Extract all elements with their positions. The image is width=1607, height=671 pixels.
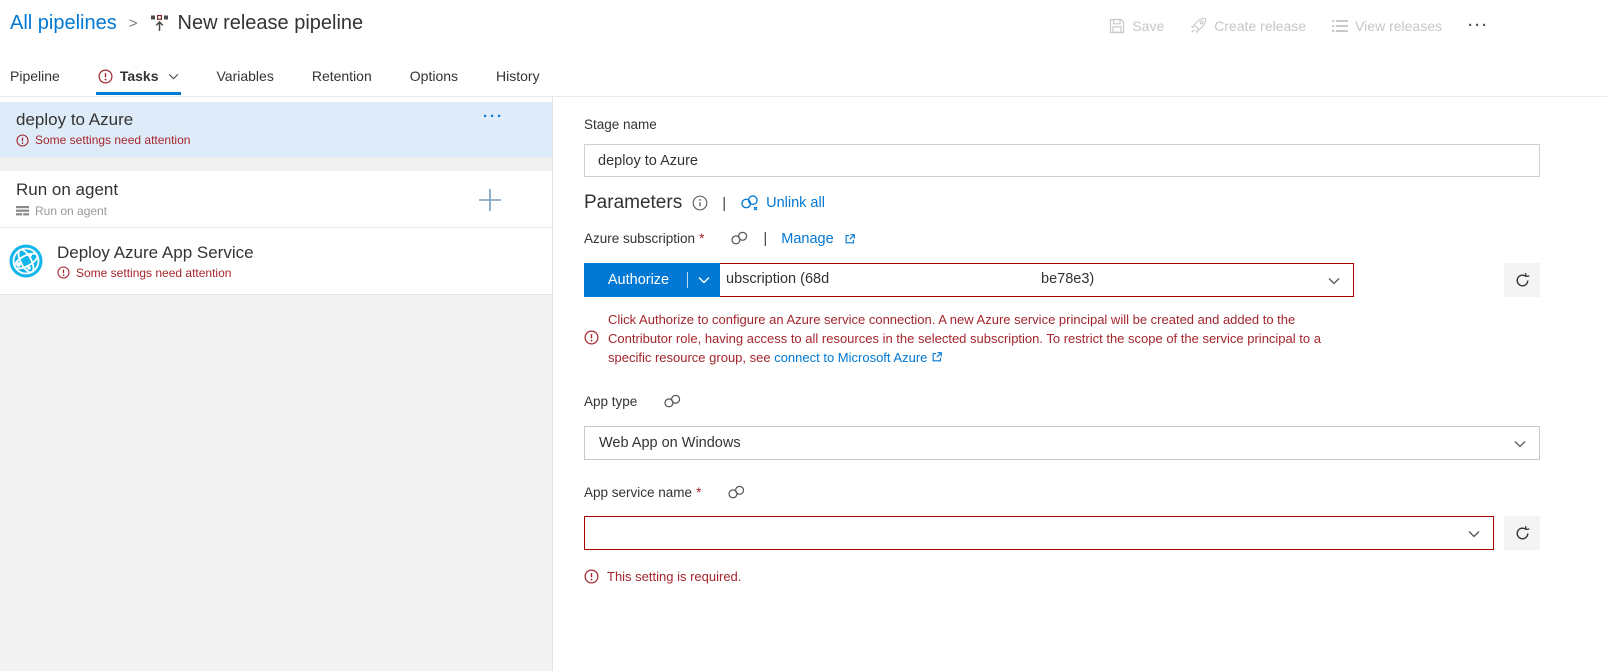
authorize-button[interactable]: Authorize — [584, 263, 720, 297]
command-bar: Save Create release View re — [1109, 17, 1489, 34]
refresh-button[interactable] — [1504, 516, 1540, 550]
stage-name: deploy to Azure — [16, 110, 536, 130]
stage-more-button[interactable]: ··· — [483, 108, 504, 125]
task-details-panel: Stage name Parameters | Unlink all Azure… — [554, 97, 1607, 671]
agent-phase-header[interactable]: Run on agent Run on agent — [0, 171, 552, 228]
top-header: All pipelines > New release pipeline Sav… — [0, 0, 1607, 56]
manage-link[interactable]: Manage — [781, 231, 855, 247]
create-release-button[interactable]: Create release — [1190, 17, 1306, 34]
required-warning: This setting is required. — [584, 569, 741, 584]
authorize-warning-line: Click Authorize to configure an Azure se… — [608, 310, 1321, 329]
chevron-down-icon — [1468, 530, 1480, 538]
panel-divider-strip — [0, 157, 552, 171]
parameters-title: Parameters — [584, 192, 682, 214]
refresh-button[interactable] — [1504, 263, 1540, 297]
subscription-value-fragment: ubscription (68d — [726, 264, 829, 295]
task-item[interactable]: Deploy Azure App Service Some settings n… — [0, 228, 552, 295]
tab-variables[interactable]: Variables — [217, 56, 274, 96]
view-releases-button[interactable]: View releases — [1332, 18, 1442, 34]
breadcrumb-all-pipelines[interactable]: All pipelines — [10, 12, 117, 35]
unlink-icon — [740, 195, 760, 212]
parameters-header: Parameters | Unlink all — [584, 192, 825, 214]
azure-subscription-label-row: Azure subscription * | Manage — [584, 230, 856, 247]
unlink-all-label: Unlink all — [766, 195, 825, 211]
release-pipeline-icon — [150, 14, 169, 33]
tab-history[interactable]: History — [496, 56, 540, 96]
azure-subscription-label: Azure subscription * — [584, 231, 704, 246]
save-label: Save — [1132, 18, 1164, 34]
required-asterisk: * — [699, 231, 704, 246]
breadcrumb: All pipelines > New release pipeline — [10, 12, 363, 35]
more-actions-button[interactable]: ··· — [1468, 17, 1489, 34]
link-icon[interactable] — [663, 394, 682, 409]
authorize-warning: Click Authorize to configure an Azure se… — [584, 310, 1321, 367]
chevron-down-icon — [1514, 440, 1526, 448]
tab-retention[interactable]: Retention — [312, 56, 372, 96]
link-icon[interactable] — [730, 231, 749, 246]
tab-pipeline[interactable]: Pipeline — [10, 56, 60, 96]
external-link-icon — [844, 233, 856, 245]
info-icon[interactable] — [692, 195, 708, 211]
app-type-label-row: App type — [584, 394, 682, 409]
page-title: New release pipeline — [178, 12, 364, 35]
authorize-warning-line: Contributor role, having access to all r… — [608, 329, 1321, 348]
chevron-down-icon — [168, 73, 179, 80]
link-icon[interactable] — [727, 485, 746, 500]
save-icon — [1109, 18, 1125, 34]
required-warning-text: This setting is required. — [607, 569, 741, 584]
authorize-label: Authorize — [584, 272, 687, 288]
chevron-down-icon[interactable] — [688, 276, 720, 284]
unlink-all-link[interactable]: Unlink all — [740, 195, 825, 212]
agent-phase-subtitle: Run on agent — [16, 204, 536, 218]
save-button[interactable]: Save — [1109, 18, 1164, 34]
warning-icon — [584, 310, 599, 367]
refresh-icon — [1514, 525, 1531, 542]
refresh-icon — [1514, 272, 1531, 289]
warning-icon — [98, 69, 113, 84]
stage-card[interactable]: deploy to Azure Some settings need atten… — [0, 102, 552, 157]
agent-phase-subtitle-text: Run on agent — [35, 204, 107, 218]
separator-pipe: | — [722, 195, 726, 212]
add-task-button[interactable] — [476, 185, 506, 215]
subscription-value-fragment: be78e3) — [1041, 264, 1094, 295]
list-icon — [1332, 19, 1348, 33]
app-service-name-dropdown[interactable] — [584, 516, 1494, 550]
external-link-icon — [931, 351, 943, 363]
rocket-icon — [1190, 17, 1207, 34]
stage-name-label: Stage name — [584, 117, 657, 132]
plus-icon — [476, 186, 506, 214]
create-release-label: Create release — [1214, 18, 1306, 34]
view-releases-label: View releases — [1355, 18, 1442, 34]
stage-warning-text: Some settings need attention — [35, 133, 190, 147]
manage-label: Manage — [781, 231, 833, 247]
task-title: Deploy Azure App Service — [57, 243, 254, 263]
task-warning: Some settings need attention — [57, 266, 254, 280]
app-type-value: Web App on Windows — [599, 435, 741, 451]
app-type-dropdown[interactable]: Web App on Windows — [584, 426, 1540, 460]
required-asterisk: * — [696, 485, 701, 500]
app-service-name-label-row: App service name * — [584, 485, 746, 500]
tab-bar: Pipeline Tasks Variables Retention Optio… — [0, 56, 1607, 97]
tab-tasks[interactable]: Tasks — [98, 56, 179, 96]
task-warning-text: Some settings need attention — [76, 266, 231, 280]
authorize-warning-line: specific resource group, see connect to … — [608, 348, 1321, 367]
connect-to-azure-link[interactable]: connect to Microsoft Azure — [774, 350, 927, 365]
stage-task-panel: deploy to Azure Some settings need atten… — [0, 97, 553, 671]
tab-options[interactable]: Options — [410, 56, 458, 96]
chevron-down-icon — [1328, 277, 1340, 285]
agent-phase-title: Run on agent — [16, 180, 536, 200]
azure-app-service-icon — [8, 243, 44, 279]
agent-icon — [16, 206, 29, 217]
breadcrumb-separator: > — [129, 15, 138, 32]
stage-warning: Some settings need attention — [16, 133, 536, 147]
tab-tasks-label: Tasks — [120, 68, 159, 84]
app-type-label: App type — [584, 394, 637, 409]
separator-pipe: | — [763, 230, 767, 247]
app-service-name-label: App service name — [584, 485, 692, 500]
stage-name-input[interactable] — [584, 144, 1540, 177]
